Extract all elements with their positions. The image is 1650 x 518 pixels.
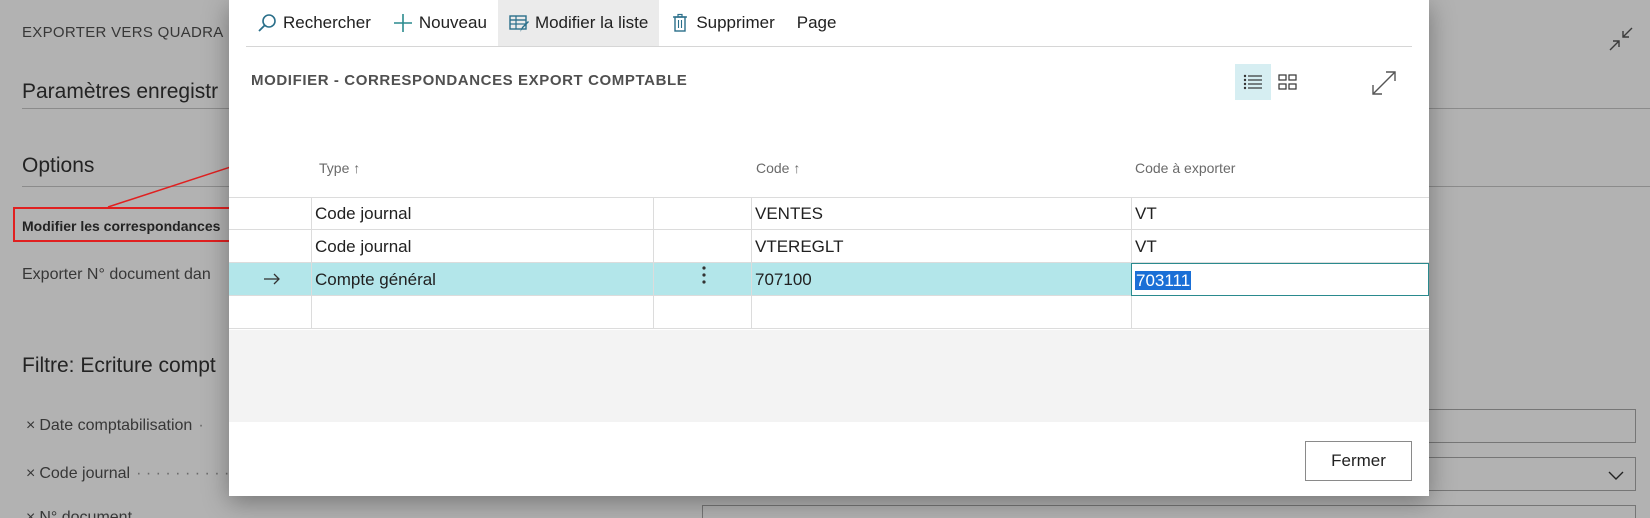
cell-code[interactable]: VTEREGLT xyxy=(751,230,1131,263)
search-icon xyxy=(257,13,277,33)
edit-mappings-dialog: Rechercher Nouveau Modifier la liste Sup… xyxy=(229,0,1429,496)
cell-code[interactable] xyxy=(751,296,1131,329)
cell-export-code[interactable] xyxy=(1131,296,1429,329)
cell-code[interactable]: VENTES xyxy=(751,197,1131,230)
row-actions-cell[interactable] xyxy=(653,230,751,263)
cell-type[interactable]: Compte général xyxy=(311,263,653,296)
column-header-type[interactable]: Type ↑ xyxy=(319,160,360,176)
tile-view-icon xyxy=(1278,74,1297,90)
column-header-label: Code xyxy=(756,160,790,176)
column-header-export-code[interactable]: Code à exporter xyxy=(1135,160,1235,176)
expand-icon xyxy=(1372,71,1396,95)
selected-text[interactable]: 703111 xyxy=(1135,271,1192,290)
list-view-icon xyxy=(1243,74,1262,90)
cell-type[interactable]: Code journal xyxy=(311,230,653,263)
page-menu-button[interactable]: Page xyxy=(786,0,848,46)
search-button[interactable]: Rechercher xyxy=(246,0,382,46)
table-empty-area xyxy=(229,330,1429,422)
page-label: Page xyxy=(796,13,837,32)
cell-type[interactable] xyxy=(311,296,653,329)
cell-export-code[interactable]: VT xyxy=(1131,197,1429,230)
cell-code[interactable]: 707100 xyxy=(751,263,1131,296)
row-indicator[interactable] xyxy=(229,296,311,329)
delete-label: Supprimer xyxy=(696,13,775,32)
column-header-code[interactable]: Code ↑ xyxy=(756,160,800,176)
cell-export-code[interactable]: VT xyxy=(1131,230,1429,263)
list-view-button[interactable] xyxy=(1235,64,1271,100)
cell-export-code-editing[interactable]: 703111 xyxy=(1131,263,1429,296)
dialog-title: MODIFIER - CORRESPONDANCES EXPORT COMPTA… xyxy=(251,72,688,89)
edit-list-label: Modifier la liste xyxy=(534,13,649,32)
tile-view-button[interactable] xyxy=(1270,64,1306,100)
table-row-selected[interactable]: Compte général 707100 703111 xyxy=(229,263,1429,296)
table-row[interactable]: Code journal VENTES VT xyxy=(229,197,1429,230)
close-button[interactable]: Fermer xyxy=(1305,441,1412,481)
expand-button[interactable] xyxy=(1367,66,1401,100)
delete-button[interactable]: Supprimer xyxy=(659,0,785,46)
trash-icon xyxy=(670,13,690,33)
sort-ascending-icon: ↑ xyxy=(793,160,801,176)
new-button[interactable]: Nouveau xyxy=(382,0,498,46)
search-label: Rechercher xyxy=(283,13,371,32)
row-actions-cell[interactable] xyxy=(653,296,751,329)
current-row-arrow-icon xyxy=(229,263,311,296)
plus-icon xyxy=(393,13,413,33)
table-row-empty[interactable] xyxy=(229,296,1429,329)
table-row[interactable]: Code journal VTEREGLT VT xyxy=(229,230,1429,263)
column-header-label: Code à exporter xyxy=(1135,160,1236,176)
edit-table-icon xyxy=(509,13,529,33)
row-indicator[interactable] xyxy=(229,230,311,263)
new-label: Nouveau xyxy=(418,13,487,32)
row-actions-icon[interactable] xyxy=(653,263,751,296)
row-actions-cell[interactable] xyxy=(653,197,751,230)
edit-list-button[interactable]: Modifier la liste xyxy=(497,0,660,46)
annotation-highlight-box xyxy=(13,207,236,242)
column-header-label: Type xyxy=(319,160,350,176)
row-indicator[interactable] xyxy=(229,197,311,230)
sort-ascending-icon: ↑ xyxy=(353,160,361,176)
cell-type[interactable]: Code journal xyxy=(311,197,653,230)
action-bar: Rechercher Nouveau Modifier la liste Sup… xyxy=(246,0,1412,47)
table-body: Code journal VENTES VT Code journal VTER… xyxy=(229,197,1429,329)
